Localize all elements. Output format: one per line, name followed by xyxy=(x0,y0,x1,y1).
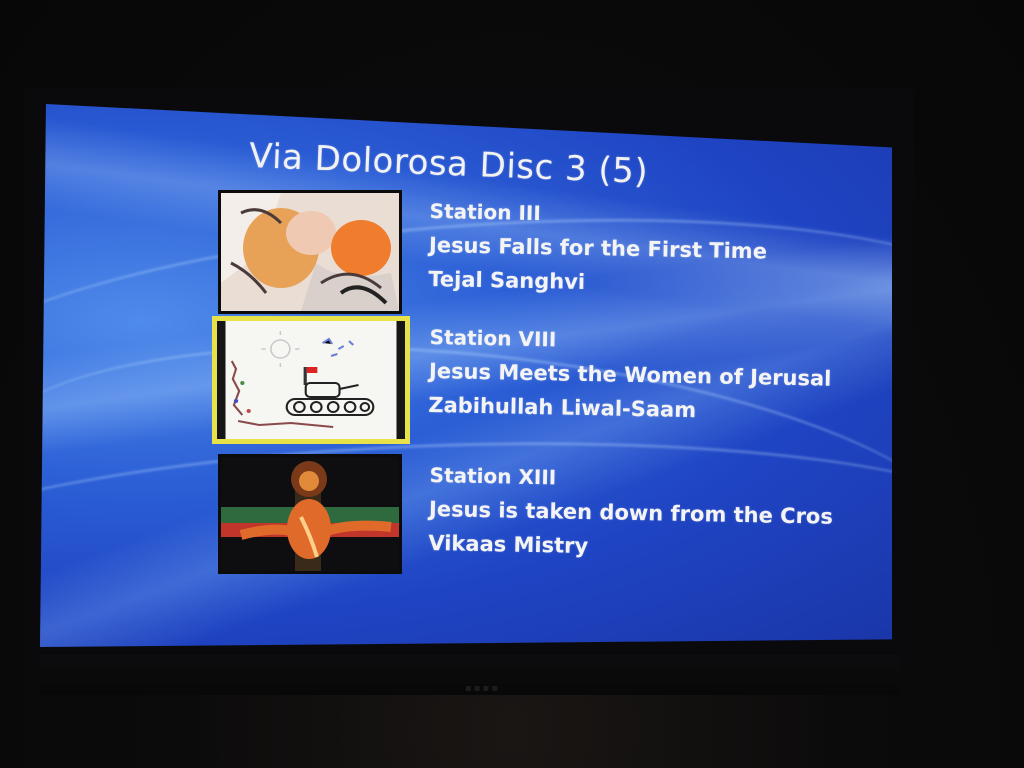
dvd-menu-screen: Via Dolorosa Disc 3 (5) Station III Jesu… xyxy=(40,104,892,647)
menu-item-text: Station III Jesus Falls for the First Ti… xyxy=(428,194,768,302)
painting-thumbnail[interactable] xyxy=(218,190,402,314)
cross-figure-icon xyxy=(221,457,399,571)
menu-title: Via Dolorosa Disc 3 (5) xyxy=(248,136,649,192)
menu-item-station-8[interactable]: Station VIII Jesus Meets the Women of Je… xyxy=(210,316,892,446)
menu-item-text: Station XIII Jesus is taken down from th… xyxy=(428,458,834,568)
tv-brand-logo: ▪▪▪▪ xyxy=(465,683,501,694)
tank-drawing-icon xyxy=(217,321,405,439)
cross-figure-thumbnail[interactable] xyxy=(218,454,402,574)
tank-drawing-thumbnail[interactable] xyxy=(212,316,410,444)
menu-item-station-3[interactable]: Station III Jesus Falls for the First Ti… xyxy=(210,190,892,320)
menu-item-text: Station VIII Jesus Meets the Women of Je… xyxy=(428,320,832,430)
painting-icon xyxy=(221,193,399,311)
artist-name: Tejal Sanghvi xyxy=(428,266,586,294)
menu-item-station-13[interactable]: Station XIII Jesus is taken down from th… xyxy=(210,454,892,584)
